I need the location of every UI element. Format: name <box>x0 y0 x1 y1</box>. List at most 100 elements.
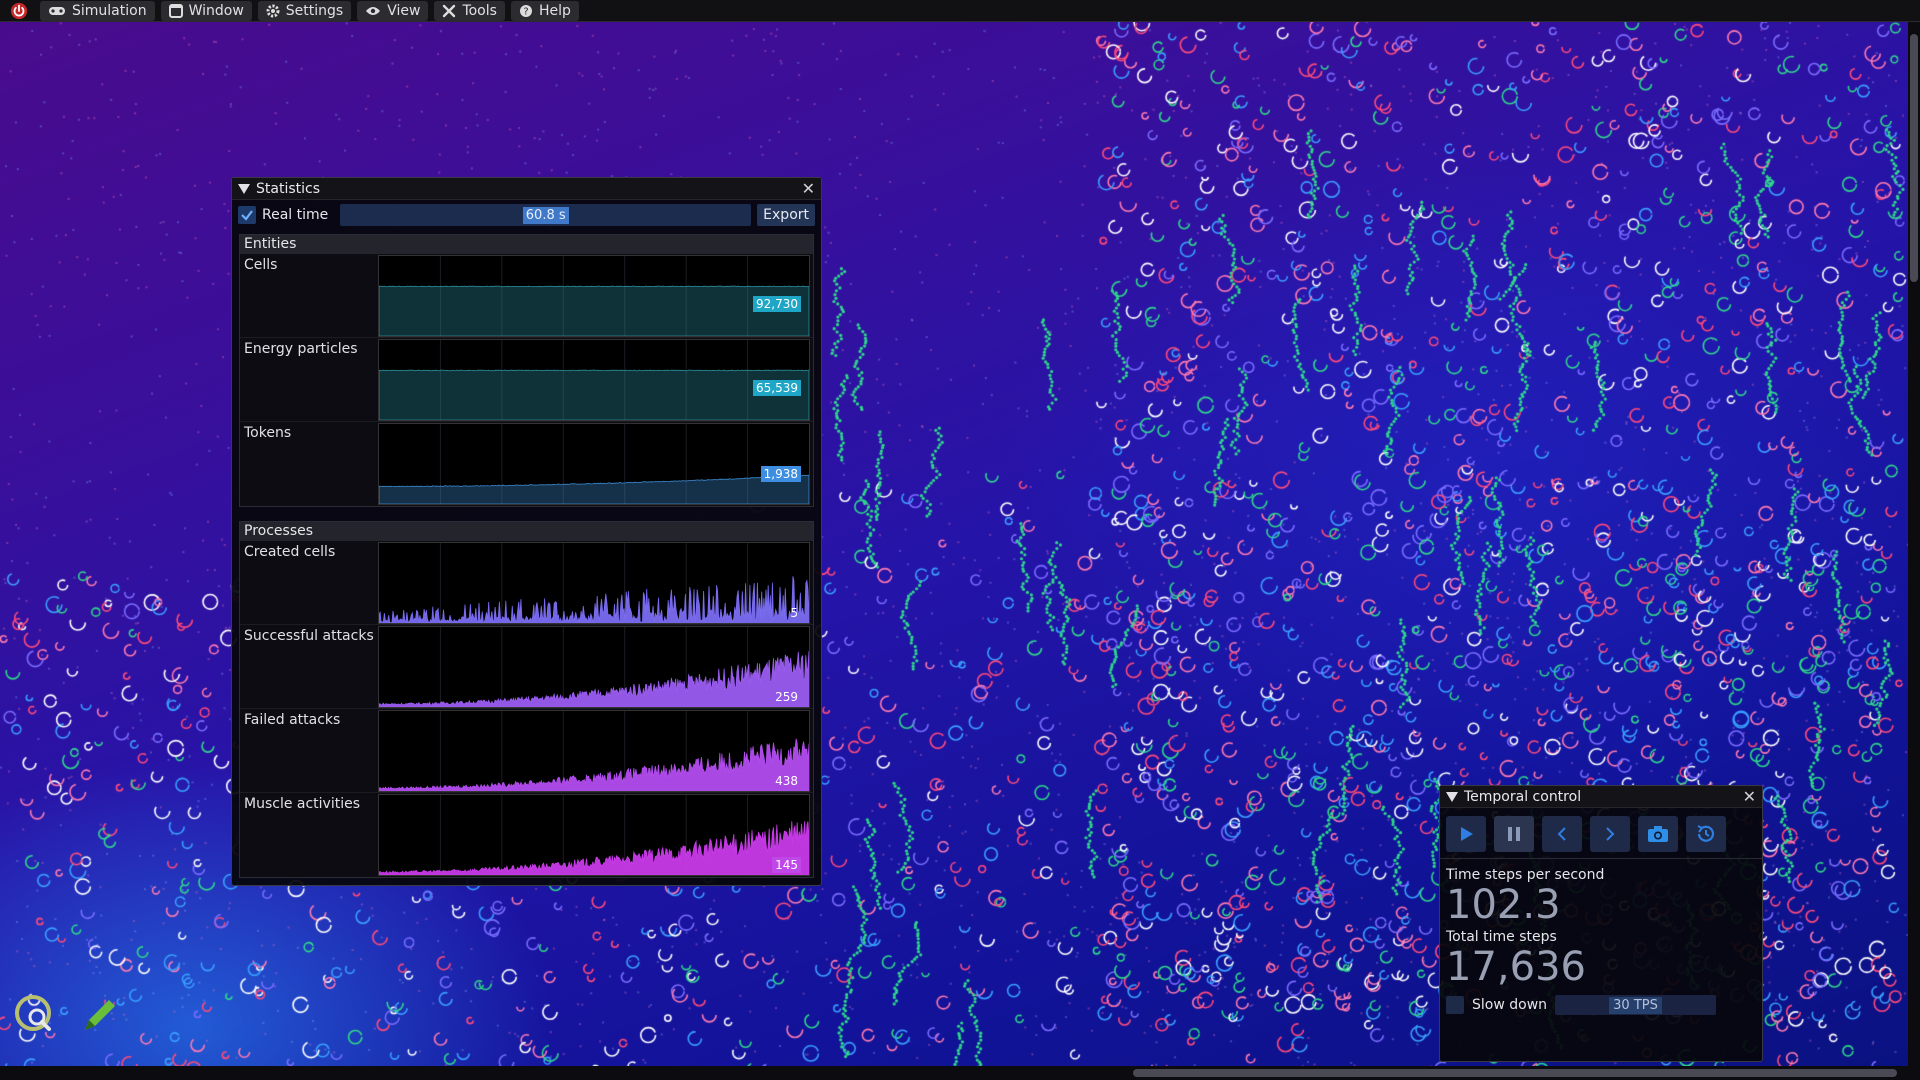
collapse-triangle-icon[interactable] <box>1446 791 1458 802</box>
menu-bar: Simulation Window Settings View Tools ? … <box>0 0 1920 22</box>
statistics-titlebar[interactable]: Statistics ✕ <box>232 178 821 200</box>
tools-icon <box>443 4 456 17</box>
camera-icon <box>1648 826 1668 842</box>
menu-view[interactable]: View <box>357 0 429 21</box>
menu-view-label: View <box>387 2 421 19</box>
menu-tools[interactable]: Tools <box>434 0 505 21</box>
time-series-plot[interactable]: 259 <box>378 626 810 708</box>
menu-tools-label: Tools <box>462 2 497 19</box>
time-window-value: 60.8 s <box>522 206 569 224</box>
checkmark-icon <box>241 210 253 221</box>
chevron-right-icon <box>1606 827 1615 841</box>
plot-row: Tokens 1,938 <box>240 422 813 506</box>
inspect-tool-button[interactable] <box>12 992 60 1040</box>
current-value-badge: 65,539 <box>753 380 801 396</box>
plot-label: Muscle activities <box>244 796 361 812</box>
current-value-badge: 145 <box>772 857 801 873</box>
power-icon <box>10 2 28 19</box>
pause-icon <box>1508 827 1520 841</box>
slowdown-checkbox[interactable] <box>1446 996 1464 1014</box>
plot-row: Successful attacks 259 <box>240 625 813 709</box>
plot-graphic <box>379 795 809 875</box>
slowdown-value: 30 TPS <box>1609 996 1662 1014</box>
menu-simulation[interactable]: Simulation <box>40 0 155 21</box>
plot-label: Energy particles <box>244 341 358 357</box>
total-steps-label: Total time steps <box>1446 929 1557 945</box>
edit-tool-button[interactable] <box>75 992 123 1040</box>
slowdown-row: Slow down 30 TPS <box>1440 989 1762 1021</box>
play-button[interactable] <box>1446 816 1486 852</box>
window-icon <box>168 3 183 18</box>
statistics-window: Statistics ✕ Real time 60.8 s Export Ent… <box>231 177 822 886</box>
collapse-triangle-icon[interactable] <box>238 183 250 194</box>
plot-graphic <box>379 627 809 707</box>
horizontal-scroll-thumb[interactable] <box>1133 1069 1897 1077</box>
restore-icon <box>1697 825 1715 842</box>
current-value-badge: 5 <box>790 606 798 620</box>
menu-settings-label: Settings <box>285 2 344 19</box>
entities-section: Entities Cells 92,730 Energy particles 65,5… <box>239 234 814 507</box>
time-window-slider[interactable]: 60.8 s <box>340 204 752 226</box>
plot-row: Muscle activities 145 <box>240 793 813 877</box>
plot-row: Failed attacks 438 <box>240 709 813 793</box>
temporal-title: Temporal control <box>1464 788 1582 805</box>
slowdown-label: Slow down <box>1472 997 1548 1013</box>
time-series-plot[interactable]: 438 <box>378 710 810 792</box>
tps-label: Time steps per second <box>1446 867 1605 883</box>
temporal-titlebar[interactable]: Temporal control ✕ <box>1440 786 1762 808</box>
step-back-button[interactable] <box>1542 816 1582 852</box>
current-value-badge: 1,938 <box>760 466 801 482</box>
time-series-plot[interactable]: 5 <box>378 542 810 624</box>
tps-value: 102.3 <box>1446 882 1561 928</box>
processes-header: Processes <box>240 522 813 541</box>
plot-row: Energy particles 65,539 <box>240 338 813 422</box>
pause-button[interactable] <box>1494 816 1534 852</box>
plot-label: Created cells <box>244 544 336 560</box>
series-area <box>379 650 809 707</box>
series-area <box>379 369 809 420</box>
series-area <box>379 285 809 336</box>
menu-help-label: Help <box>538 2 571 19</box>
current-value-badge: 259 <box>775 690 798 704</box>
plot-label: Failed attacks <box>244 712 341 728</box>
horizontal-scrollbar[interactable] <box>0 1066 1920 1080</box>
help-icon: ? <box>519 4 532 17</box>
menu-window[interactable]: Window <box>160 0 252 21</box>
menu-settings[interactable]: Settings <box>257 0 352 21</box>
time-series-plot[interactable]: 1,938 <box>378 423 810 505</box>
time-series-plot[interactable]: 65,539 <box>378 339 810 421</box>
plot-graphic <box>379 256 809 336</box>
series-area <box>379 738 809 791</box>
menu-window-label: Window <box>188 2 244 19</box>
series-area <box>379 576 809 623</box>
slowdown-slider[interactable]: 30 TPS <box>1555 995 1716 1015</box>
gear-icon <box>266 4 280 17</box>
step-forward-button[interactable] <box>1590 816 1630 852</box>
plot-label: Tokens <box>244 425 292 441</box>
time-series-plot[interactable]: 145 <box>378 794 810 876</box>
series-area <box>379 474 809 504</box>
export-button[interactable]: Export <box>757 204 815 226</box>
plot-graphic <box>379 424 809 504</box>
time-series-plot[interactable]: 92,730 <box>378 255 810 337</box>
play-icon <box>1461 827 1473 841</box>
power-button[interactable] <box>4 1 34 21</box>
svg-text:?: ? <box>523 6 528 17</box>
plot-graphic <box>379 711 809 791</box>
magnifier-icon <box>15 995 51 1031</box>
vertical-scrollbar[interactable] <box>1908 22 1920 1068</box>
plot-label: Cells <box>244 257 278 273</box>
menu-help[interactable]: ? Help <box>510 0 579 21</box>
realtime-checkbox[interactable] <box>238 206 256 224</box>
close-icon[interactable]: ✕ <box>1743 787 1756 806</box>
series-area <box>379 821 809 875</box>
vertical-scroll-thumb[interactable] <box>1910 34 1918 282</box>
plot-row: Cells 92,730 <box>240 254 813 338</box>
gamepad-icon <box>49 6 65 15</box>
temporal-toolbar <box>1440 808 1762 859</box>
close-icon[interactable]: ✕ <box>802 179 815 198</box>
snapshot-button[interactable] <box>1638 816 1678 852</box>
restore-button[interactable] <box>1686 816 1726 852</box>
realtime-row: Real time 60.8 s Export <box>232 200 821 230</box>
plot-graphic <box>379 543 809 623</box>
